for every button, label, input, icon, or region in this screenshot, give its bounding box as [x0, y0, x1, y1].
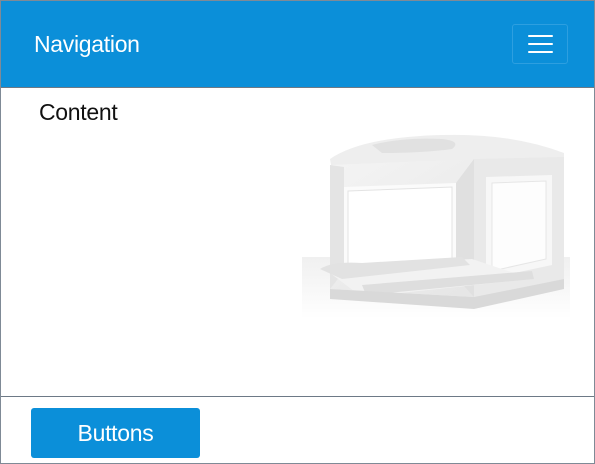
app-frame: Navigation Content Buttons [0, 0, 595, 464]
navigation-title: Navigation [34, 31, 140, 57]
hamburger-menu-icon [527, 35, 553, 53]
primary-button[interactable]: Buttons [31, 408, 200, 458]
menu-toggle-button[interactable] [512, 24, 568, 64]
3d-printer-image [302, 134, 570, 319]
navigation-bar: Navigation [1, 1, 594, 88]
content-label: Content [39, 99, 118, 125]
content-area: Content [1, 88, 594, 397]
footer-area: Buttons [1, 397, 594, 463]
